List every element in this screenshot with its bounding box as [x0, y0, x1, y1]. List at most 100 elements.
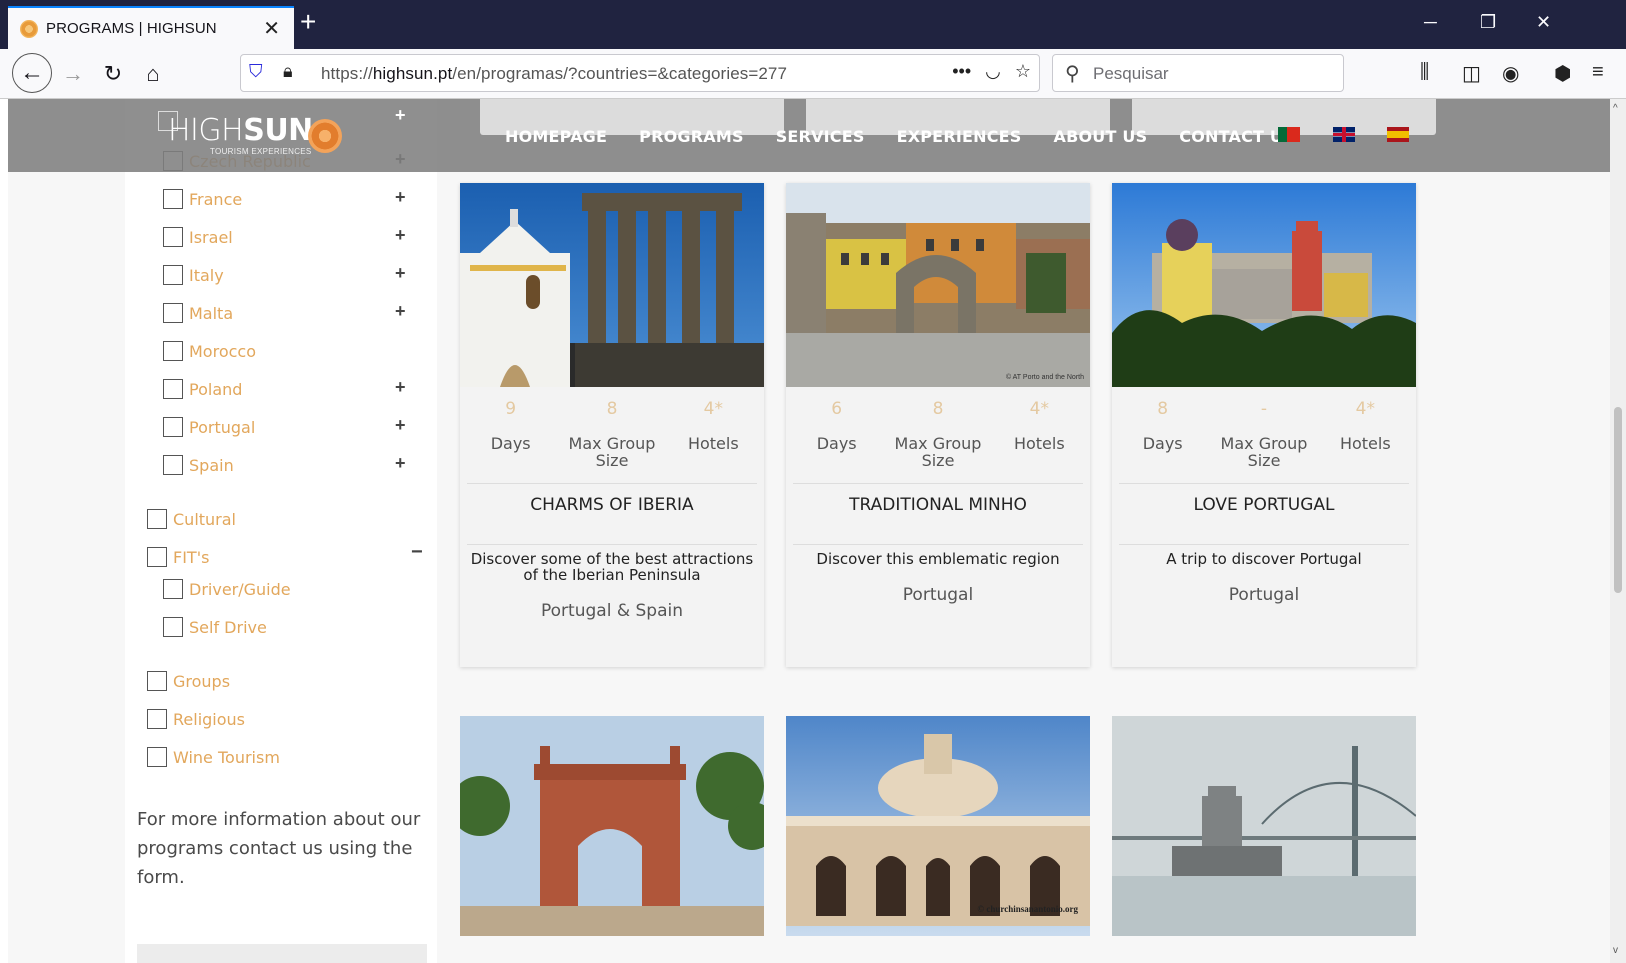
country-filter-italy[interactable]: Italy [163, 265, 224, 285]
program-country: Portugal & Spain [541, 601, 683, 621]
country-filter-poland[interactable]: Poland [163, 379, 242, 399]
expand-icon[interactable]: + [395, 377, 406, 398]
expand-icon[interactable]: + [395, 225, 406, 246]
country-filter-malta[interactable]: Malta [163, 303, 233, 323]
back-icon[interactable]: ← [12, 53, 52, 93]
program-photo[interactable] [460, 183, 764, 387]
scroll-down-icon[interactable]: v [1613, 945, 1618, 956]
spain-flag-icon[interactable] [1387, 127, 1409, 142]
menu-item-services[interactable]: SERVICES [776, 127, 865, 146]
checkbox[interactable] [163, 227, 183, 247]
checkbox[interactable] [163, 303, 183, 323]
program-card-photo-church-san-antonio[interactable]: © churchinsanantonio.org [786, 716, 1090, 936]
sidebar-icon[interactable]: ◫ [1462, 61, 1481, 86]
url-bar[interactable]: ⛉ 🔒︎ https://highsun.pt/en/programas/?co… [240, 54, 1040, 92]
filter-label: FIT's [173, 547, 210, 567]
portugal-flag-icon[interactable] [1278, 127, 1300, 142]
account-icon[interactable]: ◉ [1502, 61, 1519, 86]
program-card[interactable]: © AT Porto and the North 6 Days 8 Max Group S… [786, 183, 1090, 667]
checkbox[interactable] [163, 579, 183, 599]
browser-tab[interactable]: PROGRAMS | HIGHSUN ✕ [8, 6, 294, 49]
program-stats: 6 Days 8 Max Group Size 4* Hotels [786, 399, 1090, 469]
checkbox[interactable] [163, 379, 183, 399]
days-value: 6 [831, 399, 843, 419]
close-tab-icon[interactable]: ✕ [263, 16, 280, 41]
checkbox[interactable] [147, 671, 167, 691]
checkbox[interactable] [163, 455, 183, 475]
library-icon[interactable]: ⫼ [1420, 61, 1429, 84]
expand-icon[interactable]: + [395, 415, 406, 436]
checkbox[interactable] [147, 747, 167, 767]
forward-icon[interactable]: → [58, 59, 88, 89]
program-description: Discover this emblematic region [816, 550, 1060, 568]
checkbox[interactable] [147, 547, 167, 567]
program-photo[interactable] [1112, 183, 1416, 387]
expand-icon[interactable]: + [395, 263, 406, 284]
tracking-shield-icon[interactable]: ⛉ [249, 61, 271, 85]
category-filter-fit-s[interactable]: FIT's [147, 547, 209, 567]
expand-icon[interactable]: + [395, 453, 406, 474]
program-photo[interactable]: © AT Porto and the North [786, 183, 1090, 387]
restore-icon[interactable]: ❐ [1480, 12, 1496, 33]
menu-item-homepage[interactable]: HOMEPAGE [505, 127, 607, 146]
program-title[interactable]: CHARMS OF IBERIA [460, 495, 764, 515]
close-window-icon[interactable]: ✕ [1536, 12, 1551, 33]
program-card[interactable]: 8 Days - Max Group Size 4* Hotels LOVE PORTUGAL… [1112, 183, 1416, 667]
days-value: 8 [1157, 399, 1169, 419]
minimize-icon[interactable]: ─ [1424, 12, 1437, 33]
country-filter-israel[interactable]: Israel [163, 227, 233, 247]
scroll-thumb[interactable] [1614, 407, 1622, 593]
home-icon[interactable]: ⌂ [138, 59, 168, 89]
program-card-photo-belem-tower-lisbon[interactable] [1112, 716, 1416, 936]
checkbox[interactable] [163, 417, 183, 437]
expand-icon[interactable]: + [395, 105, 406, 126]
country-filter-spain[interactable]: Spain [163, 455, 234, 475]
checkbox[interactable] [163, 341, 183, 361]
checkbox[interactable] [147, 709, 167, 729]
scroll-up-icon[interactable]: ^ [1613, 103, 1618, 114]
group-size-stat: - Max Group Size [1216, 399, 1312, 469]
new-tab-button[interactable]: + [300, 8, 316, 36]
checkbox[interactable] [163, 265, 183, 285]
subcategory-filter-self-drive[interactable]: Self Drive [163, 617, 267, 637]
page-scrollbar[interactable]: ^ v [1610, 99, 1626, 963]
expand-icon[interactable]: + [395, 301, 406, 322]
divider [467, 483, 757, 484]
reload-icon[interactable]: ↻ [98, 59, 128, 89]
highsun-logo[interactable]: HIGHSUN TOURISM EXPERIENCES [168, 113, 342, 156]
menu-item-about-us[interactable]: ABOUT US [1054, 127, 1148, 146]
uk-flag-icon[interactable] [1333, 127, 1355, 142]
menu-item-experiences[interactable]: EXPERIENCES [897, 127, 1022, 146]
program-card-photo-arc-de-triomf-barcelona[interactable] [460, 716, 764, 936]
collapse-icon[interactable]: − [411, 541, 423, 564]
more-icon[interactable]: ••• [952, 61, 971, 82]
pocket-icon[interactable]: ◡ [985, 61, 1001, 82]
lock-icon[interactable]: 🔒︎ [283, 61, 293, 82]
category-filter-religious[interactable]: Religious [147, 709, 245, 729]
search-input[interactable]: ⚲ Pesquisar [1052, 54, 1344, 92]
country-filter-morocco[interactable]: Morocco [163, 341, 256, 361]
menu-icon[interactable]: ≡ [1592, 61, 1604, 84]
checkbox[interactable] [163, 617, 183, 637]
category-filter-wine-tourism[interactable]: Wine Tourism [147, 747, 280, 767]
svg-text:© churchinsanantonio.org: © churchinsanantonio.org [977, 904, 1078, 914]
expand-icon[interactable]: + [395, 187, 406, 208]
hotels-value: 4* [1355, 399, 1375, 419]
subcategory-filter-driver-guide[interactable]: Driver/Guide [163, 579, 291, 599]
category-filter-groups[interactable]: Groups [147, 671, 230, 691]
menu-item-programs[interactable]: PROGRAMS [639, 127, 744, 146]
country-filter-france[interactable]: France [163, 189, 242, 209]
program-card[interactable]: 9 Days 8 Max Group Size 4* Hotels CHARMS OF IBE… [460, 183, 764, 667]
extensions-icon[interactable]: ⬢ [1554, 61, 1571, 86]
checkbox[interactable] [147, 509, 167, 529]
url-text[interactable]: https://highsun.pt/en/programas/?countri… [321, 64, 787, 84]
divider [1119, 544, 1409, 545]
group-size-value: 8 [606, 399, 618, 419]
country-filter-portugal[interactable]: Portugal [163, 417, 255, 437]
bookmark-star-icon[interactable]: ☆ [1015, 61, 1031, 82]
checkbox[interactable] [163, 189, 183, 209]
category-filter-cultural[interactable]: Cultural [147, 509, 236, 529]
program-title[interactable]: LOVE PORTUGAL [1112, 495, 1416, 515]
program-title[interactable]: TRADITIONAL MINHO [786, 495, 1090, 515]
contact-form[interactable] [137, 944, 427, 963]
